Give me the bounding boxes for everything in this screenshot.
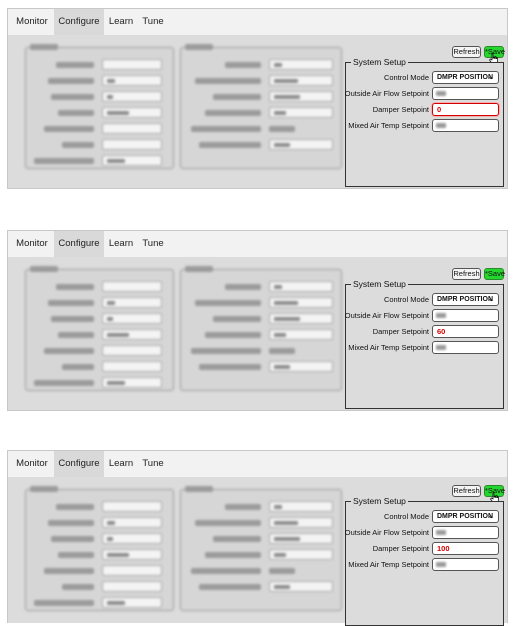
blurred-damper-panel [180, 486, 342, 611]
system-setup-panel: System Setup Control Mode DMPR POSITION ⌄… [344, 279, 504, 409]
system-setup-panel: System Setup Control Mode DMPR POSITION ⌄… [344, 496, 504, 626]
tab-configure[interactable]: Configure [54, 451, 104, 477]
mixed-air-temp-label: Mixed Air Temp Setpoint [348, 121, 429, 130]
tab-monitor[interactable]: Monitor [10, 9, 54, 35]
save-button[interactable]: *Save [484, 268, 505, 280]
outside-air-flow-input[interactable] [432, 526, 499, 539]
tab-tune[interactable]: Tune [138, 9, 168, 35]
chevron-down-icon: ⌄ [488, 74, 494, 81]
blurred-damper-panel [180, 266, 342, 391]
tab-tune[interactable]: Tune [138, 231, 168, 257]
mixed-air-temp-label: Mixed Air Temp Setpoint [348, 343, 429, 352]
system-setup-panel: System Setup Control Mode DMPR POSITION ⌄… [344, 57, 504, 187]
blurred-damper-panel [180, 44, 342, 169]
tab-monitor[interactable]: Monitor [10, 231, 54, 257]
damper-setpoint-label: Damper Setpoint [372, 105, 429, 114]
control-mode-select[interactable]: DMPR POSITION ⌄ [432, 293, 499, 306]
outside-air-flow-label: Outside Air Flow Setpoint [344, 311, 429, 320]
control-mode-value: DMPR POSITION [437, 296, 494, 303]
configure-content: Refresh *Save System Setup Control Mode … [8, 35, 507, 188]
damper-setpoint-input[interactable]: 100 [432, 542, 499, 555]
tab-tune[interactable]: Tune [138, 451, 168, 477]
screenshot-panel-3: Monitor Configure Learn Tune Refresh *Sa… [7, 450, 508, 626]
outside-air-flow-input[interactable] [432, 309, 499, 322]
screenshot-panel-1: Monitor Configure Learn Tune Refresh *Sa… [7, 8, 508, 189]
refresh-button[interactable]: Refresh [452, 268, 481, 280]
control-mode-label: Control Mode [383, 512, 429, 521]
mixed-air-temp-input[interactable] [432, 341, 499, 354]
system-setup-title: System Setup [351, 496, 408, 506]
control-mode-select[interactable]: DMPR POSITION ⌄ [432, 71, 499, 84]
tab-learn[interactable]: Learn [104, 451, 138, 477]
mixed-air-temp-input[interactable] [432, 558, 499, 571]
system-setup-title: System Setup [351, 57, 408, 67]
tab-bar: Monitor Configure Learn Tune [8, 231, 507, 258]
tab-monitor[interactable]: Monitor [10, 451, 54, 477]
refresh-button[interactable]: Refresh [452, 485, 481, 497]
chevron-down-icon: ⌄ [488, 296, 494, 303]
screenshot-panel-2: Monitor Configure Learn Tune Refresh *Sa… [7, 230, 508, 411]
blurred-general-panel [25, 486, 174, 611]
damper-setpoint-label: Damper Setpoint [372, 327, 429, 336]
tab-bar: Monitor Configure Learn Tune [8, 9, 507, 36]
blurred-general-panel [25, 44, 174, 169]
mixed-air-temp-input[interactable] [432, 119, 499, 132]
configure-content: Refresh *Save System Setup Control Mode … [8, 477, 507, 626]
tab-configure[interactable]: Configure [54, 9, 104, 35]
configure-content: Refresh *Save System Setup Control Mode … [8, 257, 507, 410]
damper-setpoint-label: Damper Setpoint [372, 544, 429, 553]
control-mode-value: DMPR POSITION [437, 513, 494, 520]
outside-air-flow-input[interactable] [432, 87, 499, 100]
damper-setpoint-input[interactable]: 0 [432, 103, 499, 116]
blurred-general-panel [25, 266, 174, 391]
tab-learn[interactable]: Learn [104, 9, 138, 35]
control-mode-label: Control Mode [383, 295, 429, 304]
control-mode-value: DMPR POSITION [437, 74, 494, 81]
chevron-down-icon: ⌄ [488, 513, 494, 520]
outside-air-flow-label: Outside Air Flow Setpoint [344, 528, 429, 537]
damper-setpoint-input[interactable]: 60 [432, 325, 499, 338]
outside-air-flow-label: Outside Air Flow Setpoint [344, 89, 429, 98]
tab-learn[interactable]: Learn [104, 231, 138, 257]
system-setup-title: System Setup [351, 279, 408, 289]
tab-bar: Monitor Configure Learn Tune [8, 451, 507, 478]
tab-configure[interactable]: Configure [54, 231, 104, 257]
refresh-button[interactable]: Refresh [452, 46, 481, 58]
mixed-air-temp-label: Mixed Air Temp Setpoint [348, 560, 429, 569]
control-mode-label: Control Mode [383, 73, 429, 82]
control-mode-select[interactable]: DMPR POSITION ⌄ [432, 510, 499, 523]
